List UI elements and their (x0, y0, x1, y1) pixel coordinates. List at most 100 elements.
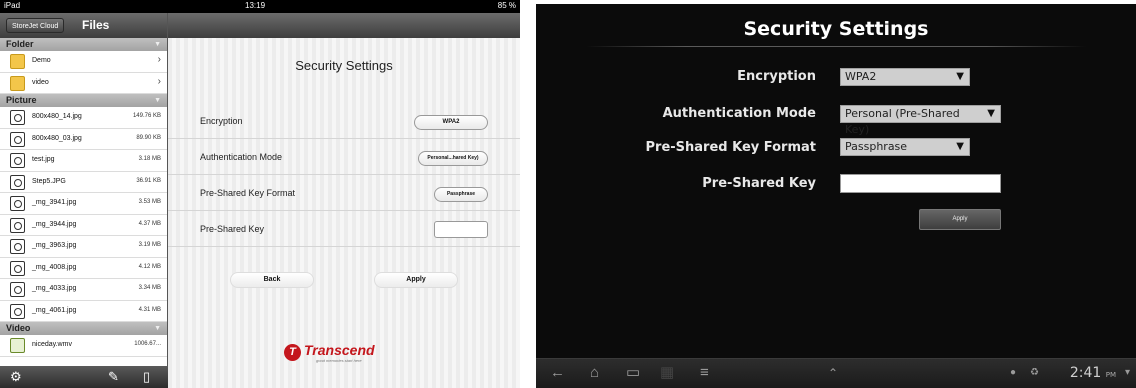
folder-icon (10, 75, 25, 91)
image-file-icon (10, 282, 25, 297)
bottom-toolbar: ⚙ ✎ ▯ (0, 366, 168, 388)
status-time: 13:19 (245, 1, 266, 10)
image-file-icon (10, 174, 25, 190)
apply-button[interactable]: Apply (374, 272, 458, 288)
gear-icon[interactable]: ⚙ (10, 370, 22, 384)
file-name: _mg_3944.jpg (32, 220, 77, 228)
android-screen: Security Settings Encryption WPA2 ▼ Auth… (536, 4, 1136, 388)
file-size: 149.76 KB (132, 113, 161, 119)
system-nav-bar: ← ⌂ ▭ ▦ ≡ ⌃ ● ♻ 2:41 PM ▾ (536, 358, 1136, 388)
psk-row: Pre-Shared Key (168, 211, 520, 247)
file-size: 4.31 MB (138, 306, 161, 313)
psk-label: Pre-Shared Key (702, 176, 816, 191)
navigation-bar (168, 13, 520, 38)
edit-icon[interactable]: ✎ (108, 370, 119, 384)
encryption-value: WPA2 (845, 70, 877, 83)
back-button[interactable]: Back (230, 272, 314, 288)
settings-sheet: Security Settings Encryption WPA2 Authen… (168, 38, 520, 388)
psk-format-value: Passphrase (845, 140, 908, 153)
apply-button[interactable]: Apply (919, 209, 1001, 230)
psk-label: Pre-Shared Key (200, 224, 265, 234)
auth-mode-select[interactable]: Personal (Pre-Shared Key) ▼ (840, 105, 1001, 136)
auth-mode-select[interactable]: Personal...hared Key) (418, 151, 488, 166)
encryption-select[interactable]: WPA2 (414, 115, 488, 130)
image-file-icon (10, 110, 25, 125)
status-clock: 2:41 PM (1070, 365, 1116, 381)
file-name: test.jpg (32, 156, 55, 163)
storejet-cloud-button[interactable]: StoreJet Cloud (6, 18, 65, 33)
file-row[interactable]: Step5.JPG 36.91 KB (0, 172, 167, 193)
sidebar-header: StoreJet Cloud Files (0, 13, 167, 38)
notification-icon: ● (1010, 367, 1017, 378)
file-size: 4.12 MB (138, 263, 161, 270)
carrier-label: iPad (4, 1, 21, 10)
file-row[interactable]: _mg_4061.jpg 4.31 MB (0, 301, 167, 322)
recent-apps-icon[interactable]: ▭ (626, 364, 640, 382)
image-file-icon (10, 196, 25, 211)
file-name: _mg_4008.jpg (32, 263, 77, 271)
section-video[interactable]: Video ▼ (0, 322, 167, 335)
section-video-label: Video (6, 323, 31, 333)
signal-icon: ▾ (1124, 367, 1130, 378)
chevron-down-icon: ▼ (154, 325, 161, 332)
video-file-icon (10, 338, 25, 353)
section-folder[interactable]: Folder ▼ (0, 38, 167, 51)
transcend-logo: T Transcend good memories start here (284, 342, 404, 363)
image-file-icon (10, 260, 25, 276)
page-title: Security Settings (295, 58, 393, 73)
file-row[interactable]: _mg_4033.jpg 3.34 MB (0, 279, 167, 301)
psk-format-label: Pre-Shared Key Format (645, 140, 817, 155)
recycle-icon: ♻ (1030, 367, 1039, 378)
file-size: 3.34 MB (138, 285, 161, 291)
file-name: niceday.wmv (32, 341, 72, 348)
device-icon[interactable]: ▯ (143, 370, 150, 384)
home-icon[interactable]: ⌂ (590, 364, 599, 382)
file-row[interactable]: test.jpg 3.18 MB (0, 150, 167, 172)
file-size: 1006.67... (134, 341, 161, 347)
clock-time: 2:41 (1069, 365, 1102, 381)
settings-pane: Security Settings Encryption WPA2 Authen… (168, 13, 520, 388)
file-size: 3.18 MB (138, 156, 161, 162)
psk-input[interactable] (840, 174, 1001, 193)
auth-mode-value: Personal (Pre-Shared Key) (845, 107, 960, 136)
brand-tagline: good memories start here (316, 358, 362, 363)
image-file-icon (10, 153, 25, 168)
file-row[interactable]: 800x480_03.jpg 89.90 KB (0, 129, 167, 150)
psk-format-select[interactable]: Passphrase (434, 187, 488, 202)
chevron-down-icon: ▼ (154, 41, 161, 48)
dropdown-arrow-icon: ▼ (956, 141, 964, 152)
psk-format-select[interactable]: Passphrase ▼ (840, 138, 970, 156)
image-file-icon (10, 303, 25, 319)
chevron-down-icon: ▼ (154, 97, 161, 104)
file-row[interactable]: 800x480_14.jpg 149.76 KB (0, 107, 167, 129)
image-file-icon (10, 217, 25, 233)
folder-row-demo[interactable]: Demo › (0, 51, 167, 73)
auth-mode-label: Authentication Mode (662, 106, 816, 121)
section-picture[interactable]: Picture ▼ (0, 94, 167, 107)
dropdown-arrow-icon: ▼ (987, 108, 995, 119)
psk-input[interactable] (434, 221, 488, 238)
file-name: Step5.JPG (32, 177, 66, 185)
file-row[interactable]: _mg_4008.jpg 4.12 MB (0, 258, 167, 279)
transcend-mark-icon: T (284, 344, 301, 361)
folder-name: video (32, 78, 49, 86)
file-name: 800x480_14.jpg (32, 113, 82, 120)
chevron-up-icon[interactable]: ⌃ (828, 364, 838, 382)
folder-row-video[interactable]: video › (0, 73, 167, 94)
file-row[interactable]: _mg_3944.jpg 4.37 MB (0, 215, 167, 236)
file-name: _mg_3963.jpg (32, 242, 77, 249)
encryption-select[interactable]: WPA2 ▼ (840, 68, 970, 86)
encryption-label: Encryption (737, 69, 816, 84)
brand-name: Transcend (304, 342, 375, 358)
screenshot-icon[interactable]: ▦ (660, 364, 674, 382)
clock-ampm: PM (1105, 371, 1116, 379)
file-row[interactable]: _mg_3941.jpg 3.53 MB (0, 193, 167, 215)
folder-icon (10, 54, 25, 69)
back-arrow-icon[interactable]: ← (550, 364, 565, 382)
auth-mode-row: Authentication Mode Personal...hared Key… (168, 139, 520, 175)
file-row[interactable]: niceday.wmv 1006.67... (0, 335, 167, 357)
file-size: 36.91 KB (136, 177, 161, 184)
file-name: _mg_4033.jpg (32, 285, 77, 292)
file-row[interactable]: _mg_3963.jpg 3.19 MB (0, 236, 167, 258)
menu-icon[interactable]: ≡ (700, 364, 709, 382)
